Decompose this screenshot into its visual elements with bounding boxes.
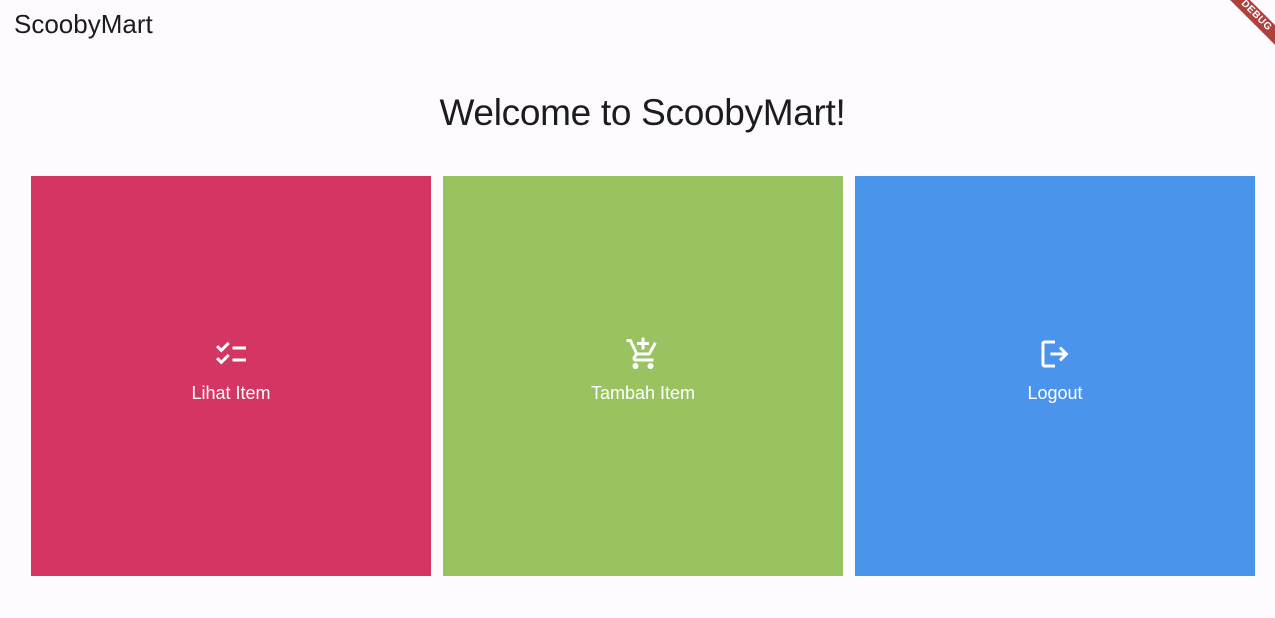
menu-card-lihat-item[interactable]: Lihat Item <box>31 176 431 576</box>
menu-card-logout[interactable]: Logout <box>855 176 1255 576</box>
menu-grid: Lihat Item Tambah Item Logout <box>31 176 1255 576</box>
menu-card-label: Logout <box>1027 383 1083 403</box>
menu-card-tambah-item[interactable]: Tambah Item <box>443 176 843 576</box>
app-title: ScoobyMart <box>14 9 153 39</box>
add-to-cart-icon <box>625 336 661 372</box>
logout-icon <box>1037 336 1073 372</box>
welcome-heading: Welcome to ScoobyMart! <box>439 92 846 133</box>
menu-card-label: Lihat Item <box>191 383 271 403</box>
app-bar: ScoobyMart <box>0 0 1275 56</box>
checklist-icon <box>213 336 249 372</box>
menu-card-label: Tambah Item <box>590 383 696 403</box>
